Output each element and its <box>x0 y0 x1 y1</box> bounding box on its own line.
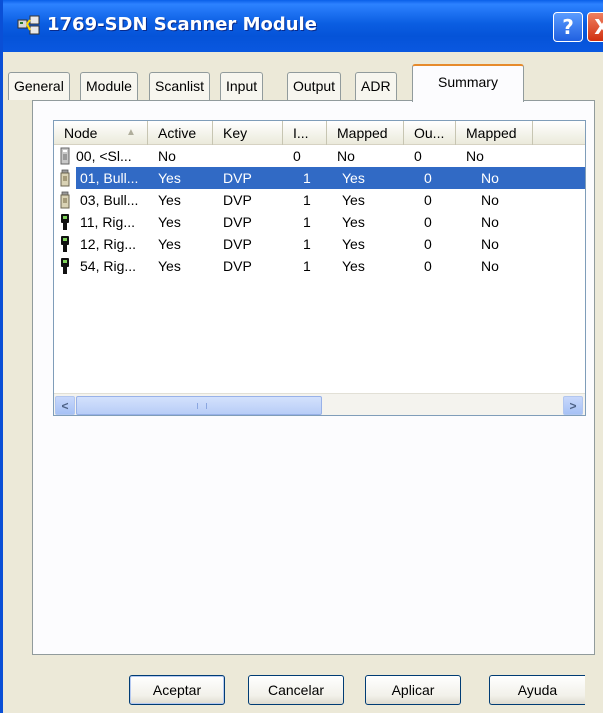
scroll-right-icon[interactable]: > <box>563 396 583 415</box>
cell-node: 03, Bull... <box>80 192 139 208</box>
cell-output-mapped: No <box>481 236 499 252</box>
cell-input-size: 1 <box>303 192 311 208</box>
column-header-output-size[interactable]: Ou... <box>404 121 456 145</box>
tab-input[interactable]: Input <box>220 72 264 100</box>
rig-device-icon <box>61 236 69 252</box>
cell-output-mapped: No <box>481 258 499 274</box>
dialog-window: 1769-SDN Scanner Module ? X General Modu… <box>0 0 603 713</box>
cell-node: 11, Rig... <box>80 214 135 230</box>
tab-output[interactable]: Output <box>287 72 342 100</box>
cell-input-size: 1 <box>303 170 311 186</box>
tab-scanlist[interactable]: Scanlist <box>149 72 211 100</box>
cell-output-mapped: No <box>466 148 484 164</box>
summary-panel: Node ▲ Active Key I... Mapped Ou... Mapp… <box>32 100 595 655</box>
column-header-input-mapped[interactable]: Mapped <box>327 121 404 145</box>
cell-key: DVP <box>223 192 252 208</box>
table-row[interactable]: 11, Rig... Yes DVP 1 Yes 0 No <box>54 211 585 233</box>
ok-button[interactable]: Aceptar <box>129 675 225 705</box>
cell-node: 12, Rig... <box>80 236 137 252</box>
cell-key: DVP <box>223 236 252 252</box>
cell-input-size: 1 <box>303 258 311 274</box>
cell-output-mapped: No <box>481 192 499 208</box>
apply-button[interactable]: Aplicar <box>365 675 461 705</box>
summary-list[interactable]: Node ▲ Active Key I... Mapped Ou... Mapp… <box>53 120 586 416</box>
cell-active: Yes <box>158 236 181 252</box>
tab-general[interactable]: General <box>8 72 70 100</box>
cell-input-mapped: Yes <box>342 192 365 208</box>
cell-active: No <box>158 148 176 164</box>
help-title-button[interactable]: ? <box>553 12 583 42</box>
cell-input-size: 1 <box>303 214 311 230</box>
cell-output-size: 0 <box>424 192 432 208</box>
cell-key: DVP <box>223 258 252 274</box>
cell-node: 00, <Sl... <box>76 148 132 164</box>
cell-output-size: 0 <box>424 214 432 230</box>
cell-active: Yes <box>158 192 181 208</box>
close-button[interactable]: X <box>587 12 603 42</box>
cell-output-size: 0 <box>414 148 422 164</box>
scanner-device-icon <box>60 147 70 165</box>
cancel-button[interactable]: Cancelar <box>248 675 344 705</box>
column-header-key[interactable]: Key <box>213 121 283 145</box>
cell-active: Yes <box>158 170 181 186</box>
cell-input-size: 1 <box>303 236 311 252</box>
bulletin-device-icon <box>60 191 70 209</box>
cell-output-size: 0 <box>424 258 432 274</box>
help-button[interactable]: Ayuda <box>489 675 585 705</box>
column-header-output-mapped[interactable]: Mapped <box>456 121 533 145</box>
tab-strip: General Module Scanlist Input Output ADR… <box>3 62 603 102</box>
cell-output-size: 0 <box>424 236 432 252</box>
table-row[interactable]: 12, Rig... Yes DVP 1 Yes 0 No <box>54 233 585 255</box>
cell-input-mapped: Yes <box>342 258 365 274</box>
table-row[interactable]: 03, Bull... Yes DVP 1 Yes 0 No <box>54 189 585 211</box>
table-row[interactable]: 54, Rig... Yes DVP 1 Yes 0 No <box>54 255 585 277</box>
cell-active: Yes <box>158 258 181 274</box>
tab-module[interactable]: Module <box>80 72 138 100</box>
bulletin-device-icon <box>60 169 70 187</box>
cell-output-mapped: No <box>481 170 499 186</box>
tab-adr[interactable]: ADR <box>355 72 397 100</box>
network-module-icon <box>17 15 40 35</box>
table-row[interactable]: 00, <Sl... No 0 No 0 No <box>54 145 585 167</box>
rig-device-icon <box>61 258 69 274</box>
cell-node: 54, Rig... <box>80 258 137 274</box>
cell-input-size: 0 <box>293 148 301 164</box>
selection-highlight <box>76 167 585 189</box>
sort-arrow-icon: ▲ <box>126 127 136 138</box>
scrollbar-thumb[interactable] <box>76 396 322 415</box>
tab-summary[interactable]: Summary <box>412 64 524 102</box>
rig-device-icon <box>61 214 69 230</box>
cell-output-size: 0 <box>424 170 432 186</box>
column-header-input-size[interactable]: I... <box>283 121 327 145</box>
title-bar[interactable]: 1769-SDN Scanner Module ? X <box>3 0 603 52</box>
cell-active: Yes <box>158 214 181 230</box>
cell-key: DVP <box>223 214 252 230</box>
grip-icon <box>197 403 207 409</box>
cell-output-mapped: No <box>481 214 499 230</box>
cell-node: 01, Bull... <box>80 170 139 186</box>
cell-input-mapped: Yes <box>342 236 365 252</box>
table-row-selected[interactable]: 01, Bull... Yes DVP 1 Yes 0 No <box>54 167 585 189</box>
horizontal-scrollbar[interactable]: < > <box>54 393 585 415</box>
column-header-active[interactable]: Active <box>148 121 213 145</box>
cell-key: DVP <box>223 170 252 186</box>
cell-input-mapped: Yes <box>342 170 365 186</box>
column-header-node[interactable]: Node ▲ <box>54 121 148 145</box>
cell-input-mapped: Yes <box>342 214 365 230</box>
cell-input-mapped: No <box>337 148 355 164</box>
list-header: Node ▲ Active Key I... Mapped Ou... Mapp… <box>54 121 585 145</box>
scroll-left-icon[interactable]: < <box>55 396 75 415</box>
window-title: 1769-SDN Scanner Module <box>47 14 317 35</box>
